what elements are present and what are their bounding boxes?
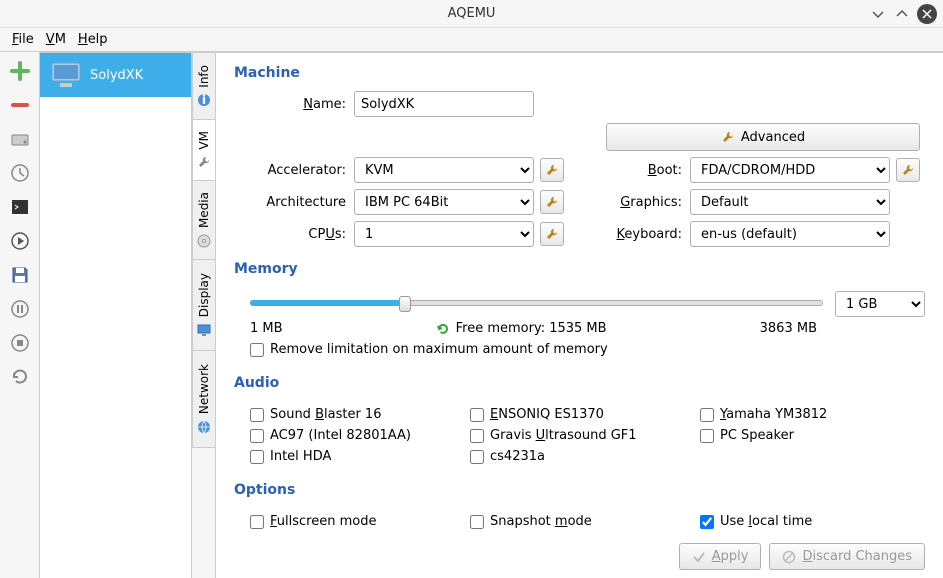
titlebar: AQEMU [0, 0, 943, 28]
accelerator-config-button[interactable] [540, 158, 564, 182]
remove-limit-label: Remove limitation on maximum amount of m… [270, 342, 608, 357]
boot-select[interactable]: FDA/CDROM/HDD [690, 157, 890, 183]
cpus-label: CPUs: [250, 227, 348, 242]
cpus-config-button[interactable] [540, 222, 564, 246]
graphics-label: Graphics: [606, 195, 684, 210]
display-icon [197, 323, 211, 337]
graphics-select[interactable]: Default [690, 189, 890, 215]
memory-value-select[interactable]: 1 GB [835, 291, 925, 317]
memory-labels: 1 MB Free memory: 1535 MB 3863 MB [250, 321, 925, 336]
disc-icon [197, 234, 211, 248]
menu-file[interactable]: File [12, 32, 34, 47]
tab-media[interactable]: Media [192, 180, 215, 260]
audio-sb16[interactable]: Sound Blaster 16 [250, 407, 450, 422]
cancel-icon [782, 550, 796, 564]
refresh-icon[interactable] [436, 322, 450, 336]
apply-button[interactable]: Apply [679, 543, 762, 570]
accelerator-label: Accelerator: [250, 163, 348, 178]
add-vm-icon[interactable] [9, 60, 31, 82]
menubar: File VM Help [0, 28, 943, 52]
advanced-button[interactable]: Advanced [606, 123, 920, 151]
section-options-title: Options [234, 482, 925, 498]
memory-slider-thumb[interactable] [399, 296, 411, 312]
maximize-button[interactable] [893, 5, 911, 23]
memory-slider-row: 1 GB [250, 291, 925, 317]
boot-config-button[interactable] [896, 158, 920, 182]
remove-vm-icon[interactable] [9, 94, 31, 116]
footer: Apply Discard Changes [234, 533, 925, 570]
memory-free-label: Free memory: 1535 MB [436, 321, 607, 336]
name-input[interactable] [354, 91, 534, 117]
play-icon[interactable] [9, 230, 31, 252]
svg-text:i: i [202, 93, 206, 107]
architecture-config-button[interactable] [540, 190, 564, 214]
check-icon [692, 550, 706, 564]
info-icon: i [197, 93, 211, 107]
keyboard-label: Keyboard: [606, 227, 684, 242]
keyboard-select[interactable]: en-us (default) [690, 221, 890, 247]
vm-list-item[interactable]: SolydXK [40, 53, 191, 97]
vm-list-item-label: SolydXK [90, 68, 143, 83]
pause-icon[interactable] [9, 298, 31, 320]
accelerator-select[interactable]: KVM [354, 157, 534, 183]
name-label: Name: [250, 97, 348, 112]
vertical-tabs: Info i VM Media Display Network [192, 52, 216, 578]
terminal-icon[interactable] [9, 196, 31, 218]
section-memory-title: Memory [234, 261, 925, 277]
tab-vm[interactable]: VM [192, 119, 215, 181]
option-fullscreen[interactable]: Fullscreen mode [250, 514, 450, 529]
monitor-icon [50, 61, 82, 89]
refresh-icon[interactable] [9, 366, 31, 388]
audio-ac97[interactable]: AC97 (Intel 82801AA) [250, 428, 450, 443]
minimize-button[interactable] [869, 5, 887, 23]
memory-max-label: 3863 MB [760, 321, 817, 336]
options-grid: Fullscreen mode Snapshot mode Use local … [250, 514, 925, 529]
architecture-select[interactable]: IBM PC 64Bit [354, 189, 534, 215]
content-panel: Machine Name: Advanced Accelerator: KVM … [216, 52, 943, 578]
audio-intelhda[interactable]: Intel HDA [250, 449, 450, 464]
audio-pcspeaker[interactable]: PC Speaker [700, 428, 900, 443]
save-icon[interactable] [9, 264, 31, 286]
left-toolbar [0, 52, 40, 578]
window-title: AQEMU [448, 6, 496, 21]
audio-gravis[interactable]: Gravis Ultrasound GF1 [470, 428, 680, 443]
audio-cs4231a[interactable]: cs4231a [470, 449, 680, 464]
menu-vm[interactable]: VM [46, 32, 66, 47]
audio-grid: Sound Blaster 16 ENSONIQ ES1370 Yamaha Y… [250, 407, 925, 464]
section-machine-title: Machine [234, 65, 925, 81]
disk-icon[interactable] [9, 128, 31, 150]
main-area: SolydXK Info i VM Media Display Network … [0, 52, 943, 578]
memory-slider[interactable] [250, 296, 823, 312]
machine-form: Name: Advanced Accelerator: KVM Boot: FD… [250, 91, 925, 247]
tab-display[interactable]: Display [192, 259, 215, 351]
tab-network[interactable]: Network [192, 350, 215, 448]
boot-label: Boot: [606, 163, 684, 178]
clock-icon[interactable] [9, 162, 31, 184]
stop-icon[interactable] [9, 332, 31, 354]
close-button[interactable] [917, 4, 937, 24]
remove-limit-row: Remove limitation on maximum amount of m… [250, 342, 925, 357]
wrench-icon [721, 130, 735, 144]
remove-limit-checkbox[interactable] [250, 343, 264, 357]
architecture-label: Architecture [250, 195, 348, 210]
section-audio-title: Audio [234, 375, 925, 391]
option-localtime[interactable]: Use local time [700, 514, 900, 529]
discard-button[interactable]: Discard Changes [769, 543, 925, 570]
window-controls [869, 4, 937, 24]
option-snapshot[interactable]: Snapshot mode [470, 514, 680, 529]
tab-info[interactable]: Info i [192, 52, 215, 120]
menu-help[interactable]: Help [78, 32, 108, 47]
wrench-icon [197, 155, 211, 169]
audio-yamaha[interactable]: Yamaha YM3812 [700, 407, 900, 422]
audio-ensoniq[interactable]: ENSONIQ ES1370 [470, 407, 680, 422]
cpus-select[interactable]: 1 [354, 221, 534, 247]
memory-min-label: 1 MB [250, 321, 283, 336]
vm-list[interactable]: SolydXK [40, 52, 192, 578]
network-icon [197, 420, 211, 434]
